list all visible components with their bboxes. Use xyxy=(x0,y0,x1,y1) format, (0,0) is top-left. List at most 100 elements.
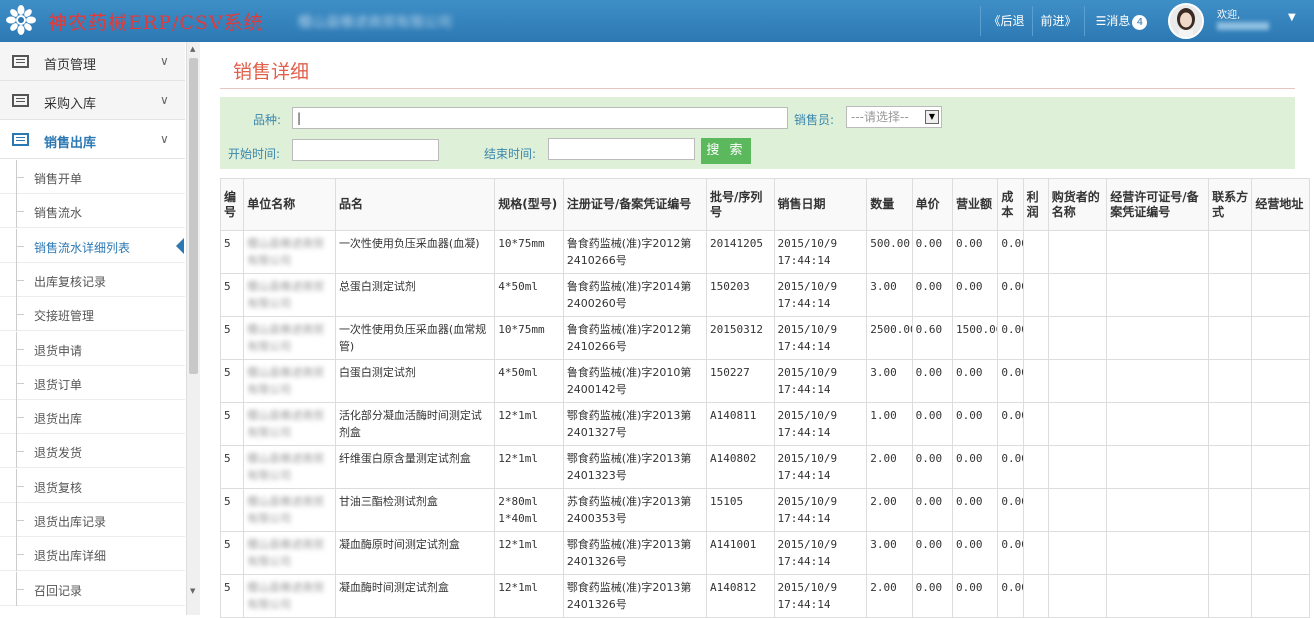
table-row[interactable]: 5 樱山县橡述商贸有限公司 活化部分凝血活酶时间测定试剂盒 12*1ml 鄂食药监械(准… xyxy=(219,402,1310,446)
search-button[interactable]: 搜 索 xyxy=(701,138,751,164)
table-row[interactable]: 5 樱山县橡述商贸有限公司 凝血酶时间测定试剂盒 12*1ml 鄂食药监械(准)字201… xyxy=(219,574,1310,618)
sidebar-group-home[interactable]: 首页管理 ∨ xyxy=(0,42,185,81)
forward-button[interactable]: 前进》 xyxy=(1032,6,1084,36)
messages-button[interactable]: ☰消息 4 xyxy=(1084,6,1158,36)
cell-date: 2015/10/9 17:44:14 xyxy=(773,316,868,360)
cell-empty xyxy=(1106,273,1210,317)
sidebar-item[interactable]: 退货申请 xyxy=(0,332,185,366)
table-row[interactable]: 5 樱山县橡述商贸有限公司 总蛋白测定试剂 4*50ml 鲁食药监械(准)字2014第2… xyxy=(219,273,1310,317)
cell-date: 2015/10/9 17:44:14 xyxy=(773,445,868,489)
sidebar-item[interactable]: 销售流水 xyxy=(0,194,185,228)
cell-batch: A140812 xyxy=(705,574,775,618)
list-icon xyxy=(12,94,29,107)
back-button[interactable]: 《后退 xyxy=(980,6,1032,36)
sidebar-item[interactable]: 退货发货 xyxy=(0,434,185,468)
cell-spec: 12*1ml xyxy=(494,402,564,446)
cell-cost: 0.00 xyxy=(997,488,1024,532)
cell-name: 凝血酶原时间测定试剂盒 xyxy=(334,531,496,575)
cell-revenue: 0.00 xyxy=(951,574,999,618)
cell-cost: 0.00 xyxy=(997,273,1024,317)
column-header: 注册证号/备案凭证编号 xyxy=(562,178,707,231)
table-row[interactable]: 5 樱山县橡述商贸有限公司 一次性使用负压采血器(血常规管) 10*75mm 鲁食药监械… xyxy=(219,316,1310,360)
cell-name: 一次性使用负压采血器(血常规管) xyxy=(334,316,496,360)
cell-revenue: 0.00 xyxy=(951,445,999,489)
sidebar-item[interactable]: 退货出库详细 xyxy=(0,537,185,571)
column-header: 经营地址 xyxy=(1251,178,1310,231)
cell-empty xyxy=(1208,316,1253,360)
cell-no: 5 xyxy=(219,531,245,575)
column-header: 编号 xyxy=(219,178,245,231)
start-time-input[interactable] xyxy=(292,139,439,161)
cell-no: 5 xyxy=(219,488,245,532)
cell-date: 2015/10/9 17:44:14 xyxy=(773,359,868,403)
sidebar-group-sales[interactable]: 销售出库 ∨ xyxy=(0,120,185,159)
cell-unit: 樱山县橡述商贸有限公司 xyxy=(243,273,336,317)
cell-revenue: 0.00 xyxy=(951,488,999,532)
cell-name: 白蛋白测定试剂 xyxy=(334,359,496,403)
cell-empty xyxy=(1022,531,1049,575)
sidebar-group-label: 销售出库 xyxy=(44,136,97,151)
cell-empty xyxy=(1047,402,1108,446)
cell-revenue: 0.00 xyxy=(951,359,999,403)
scroll-down-icon[interactable]: ▼ xyxy=(190,587,195,595)
sidebar-group-purchase[interactable]: 采购入库 ∨ xyxy=(0,81,185,120)
cell-unit: 樱山县橡述商贸有限公司 xyxy=(243,531,336,575)
table-row[interactable]: 5 樱山县橡述商贸有限公司 凝血酶原时间测定试剂盒 12*1ml 鄂食药监械(准)字20… xyxy=(219,531,1310,575)
cell-empty xyxy=(1106,488,1210,532)
cell-spec: 12*1ml xyxy=(494,445,564,489)
sidebar-item[interactable]: 退货出库 xyxy=(0,400,185,434)
column-header: 购货者的名称 xyxy=(1047,178,1108,231)
cell-empty xyxy=(1022,316,1049,360)
salesperson-label: 销售员: xyxy=(794,113,835,127)
sidebar-scrollbar[interactable]: ▲ ▼ xyxy=(186,42,200,615)
table-row[interactable]: 5 樱山县橡述商贸有限公司 一次性使用负压采血器(血凝) 10*75mm 鲁食药监械(准… xyxy=(219,230,1310,274)
sidebar-item[interactable]: 退货订单 xyxy=(0,366,185,400)
table-row[interactable]: 5 樱山县橡述商贸有限公司 甘油三酯检测试剂盒 2*80ml 1*40ml 苏食药监械(… xyxy=(219,488,1310,532)
salesperson-select[interactable]: ---请选择-- ▼ xyxy=(846,106,942,128)
cell-revenue: 1500.00 xyxy=(951,316,999,360)
avatar[interactable] xyxy=(1168,3,1204,39)
scroll-up-icon[interactable]: ▲ xyxy=(190,45,195,53)
username xyxy=(1217,22,1269,30)
cell-empty xyxy=(1251,488,1310,532)
cell-price: 0.00 xyxy=(911,488,954,532)
sidebar-item[interactable]: 召回记录 xyxy=(0,572,185,606)
welcome-text: 欢迎, xyxy=(1217,10,1241,21)
cell-empty xyxy=(1047,574,1108,618)
cell-empty xyxy=(1047,488,1108,532)
cell-batch: 15105 xyxy=(705,488,775,532)
product-input[interactable]: | xyxy=(292,107,788,129)
sidebar-item[interactable]: 退货复核 xyxy=(0,469,185,503)
message-count-badge: 4 xyxy=(1132,15,1148,30)
cell-empty xyxy=(1047,316,1108,360)
user-avatar-icon xyxy=(1170,5,1202,37)
cell-empty xyxy=(1208,488,1253,532)
sales-detail-table: 编号 单位名称 品名 规格(型号) 注册证号/备案凭证编号 批号/序列号 销售日… xyxy=(219,178,1310,618)
list-icon xyxy=(12,55,29,68)
sidebar-item-label: 退货发货 xyxy=(34,446,83,460)
column-header: 数量 xyxy=(866,178,913,231)
sidebar-item[interactable]: 退货出库记录 xyxy=(0,503,185,537)
cell-empty xyxy=(1251,574,1310,618)
sidebar-item[interactable]: 交接班管理 xyxy=(0,297,185,331)
table-row[interactable]: 5 樱山县橡述商贸有限公司 纤维蛋白原含量测定试剂盒 12*1ml 鄂食药监械(准)字2… xyxy=(219,445,1310,489)
cell-price: 0.60 xyxy=(911,316,954,360)
user-menu-caret-icon[interactable]: ▼ xyxy=(1288,12,1296,23)
cell-empty xyxy=(1208,445,1253,489)
sidebar-item[interactable]: 销售开单 xyxy=(0,160,185,194)
table-row[interactable]: 5 樱山县橡述商贸有限公司 白蛋白测定试剂 4*50ml 鲁食药监械(准)字2010第2… xyxy=(219,359,1310,403)
cell-empty xyxy=(1251,359,1310,403)
cell-empty xyxy=(1047,359,1108,403)
cell-no: 5 xyxy=(219,445,245,489)
cell-empty xyxy=(1022,402,1049,446)
cell-empty xyxy=(1251,273,1310,317)
end-time-label: 结束时间: xyxy=(484,147,537,161)
sidebar-item[interactable]: 出库复核记录 xyxy=(0,263,185,297)
sidebar-item-active[interactable]: 销售流水详细列表 xyxy=(0,229,185,263)
scrollbar-thumb[interactable] xyxy=(189,58,198,374)
cell-batch: 20150312 xyxy=(705,316,775,360)
cell-empty xyxy=(1251,316,1310,360)
sidebar-item-label: 销售流水 xyxy=(34,206,83,220)
end-time-input[interactable] xyxy=(548,138,695,160)
cell-empty xyxy=(1022,230,1049,274)
